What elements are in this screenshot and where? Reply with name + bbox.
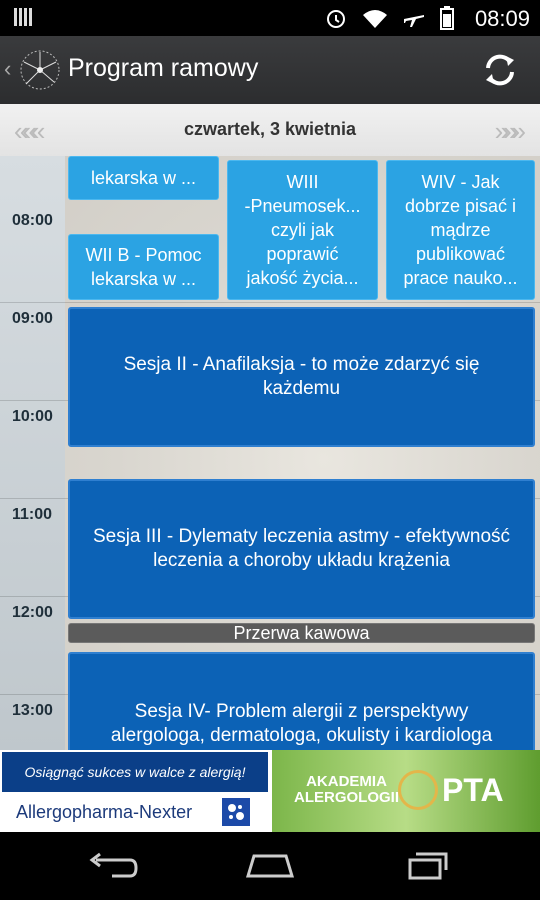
current-date: czwartek, 3 kwietnia — [183, 119, 357, 139]
event-card[interactable]: WII B - Pomoc lekarska w ... — [68, 234, 219, 300]
break-bar[interactable]: Przerwa kawowa — [68, 623, 535, 643]
event-card[interactable]: Sesja III - Dylematy leczenia astmy - ef… — [68, 479, 535, 619]
event-card[interactable]: WIII -Pneumosek... czyli jak poprawić ja… — [227, 160, 378, 300]
next-day-arrow[interactable]: »»» — [495, 116, 526, 147]
time-label: 12:00 — [12, 604, 53, 621]
ad-banner[interactable]: Osiągnąć sukces w walce z alergią! Aller… — [0, 750, 540, 832]
globe-icon — [398, 770, 438, 810]
time-label: 11:00 — [12, 506, 53, 523]
page-title: Program ramowy — [68, 54, 259, 82]
ad-slogan: Osiągnąć sukces w walce z alergią! — [2, 752, 268, 792]
status-time: 08:09 — [474, 6, 530, 31]
event-card[interactable]: Sesja IV- Problem alergii z perspektywy … — [68, 652, 535, 750]
time-label: 08:00 — [12, 212, 53, 229]
ad-brand: Allergopharma-Nexter — [16, 802, 193, 822]
battery-icon — [440, 6, 454, 30]
time-label: 09:00 — [12, 310, 53, 327]
event-card[interactable]: Sesja II - Anafilaksja - to może zdarzyć… — [68, 307, 535, 447]
dandelion-logo-icon[interactable] — [18, 48, 62, 92]
time-column — [0, 156, 65, 750]
event-card[interactable]: WIV - Jak dobrze pisać i mądrze publikow… — [386, 160, 535, 300]
time-label: 13:00 — [12, 702, 53, 719]
wifi-icon — [363, 10, 387, 28]
barcode-icon — [14, 8, 34, 28]
brand-logo-icon — [222, 798, 250, 826]
ad-akademia[interactable]: AKADEMIA ALERGOLOGII PTA — [272, 750, 540, 832]
alarm-icon — [327, 10, 345, 28]
schedule-view[interactable]: ««« czwartek, 3 kwietnia »»» 08:00 09:00… — [0, 104, 540, 750]
time-label: 10:00 — [12, 408, 53, 425]
back-chevron-icon[interactable]: ‹ — [4, 56, 11, 82]
navigation-bar — [0, 832, 540, 900]
airplane-icon — [404, 15, 424, 27]
back-icon[interactable] — [82, 850, 142, 882]
status-bar: 08:09 — [0, 0, 540, 36]
home-icon[interactable] — [240, 850, 300, 882]
event-card[interactable]: lekarska w ... — [68, 156, 219, 200]
action-bar: ‹ Program ramowy — [0, 36, 540, 104]
date-navigator: ««« czwartek, 3 kwietnia »»» — [0, 104, 540, 156]
recent-apps-icon[interactable] — [398, 850, 458, 882]
ad-akademia-text: AKADEMIA ALERGOLOGII — [294, 773, 399, 806]
refresh-icon[interactable] — [480, 50, 520, 90]
ad-pta: PTA — [442, 772, 504, 808]
ad-allergopharma[interactable]: Osiągnąć sukces w walce z alergią! Aller… — [0, 750, 270, 832]
